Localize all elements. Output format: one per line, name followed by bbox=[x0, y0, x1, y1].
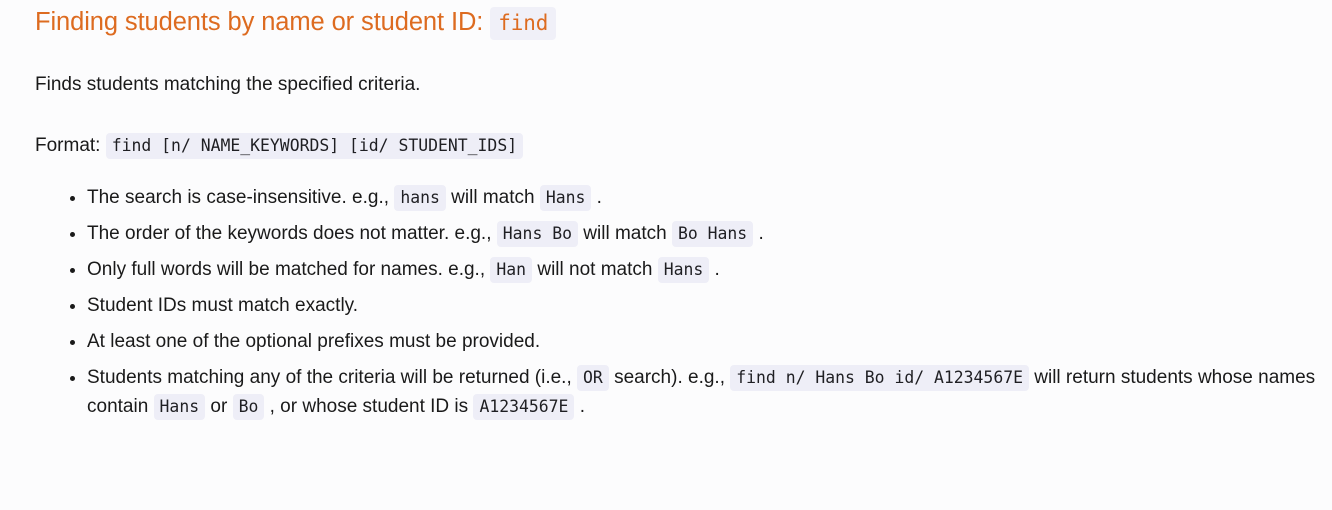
inline-code: Han bbox=[490, 257, 533, 284]
page-title: Finding students by name or student ID: … bbox=[35, 0, 1318, 40]
rule-text: . bbox=[753, 223, 764, 245]
rules-list: The search is case-insensitive. e.g., ha… bbox=[35, 160, 1318, 421]
inline-code: Bo bbox=[232, 393, 265, 420]
rule-text: will match bbox=[445, 187, 540, 209]
rule-text: At least one of the optional prefixes mu… bbox=[87, 330, 541, 352]
rule-text: Only full words will be matched for name… bbox=[87, 259, 491, 281]
rule-text: will not match bbox=[532, 259, 658, 281]
rule-item-prefix-required: At least one of the optional prefixes mu… bbox=[87, 328, 1318, 364]
rule-text: will match bbox=[578, 223, 672, 245]
rule-text: . bbox=[591, 187, 602, 209]
format-syntax-code: find [n/ NAME_KEYWORDS] [id/ STUDENT_IDS… bbox=[105, 132, 524, 159]
inline-code: Hans Bo bbox=[496, 221, 578, 248]
rule-text: The search is case-insensitive. e.g., bbox=[87, 187, 395, 209]
rule-item-or-search: Students matching any of the criteria wi… bbox=[87, 364, 1318, 422]
format-paragraph: Format: find [n/ NAME_KEYWORDS] [id/ STU… bbox=[35, 100, 1318, 161]
inline-code: find n/ Hans Bo id/ A1234567E bbox=[730, 364, 1029, 391]
inline-code: OR bbox=[577, 364, 609, 391]
inline-code: A1234567E bbox=[473, 393, 575, 420]
intro-paragraph: Finds students matching the specified cr… bbox=[35, 39, 1318, 100]
rule-text: . bbox=[709, 259, 720, 281]
rule-text: search). e.g., bbox=[608, 366, 731, 388]
rule-item-keyword-order: The order of the keywords does not matte… bbox=[87, 220, 1318, 256]
inline-code: hans bbox=[394, 185, 446, 212]
rule-text: , or whose student ID is bbox=[264, 395, 474, 417]
page-title-text: Finding students by name or student ID: bbox=[35, 8, 484, 36]
rule-text: Student IDs must match exactly. bbox=[87, 295, 359, 317]
page-title-command-code: find bbox=[490, 7, 557, 40]
rule-text: . bbox=[574, 395, 585, 417]
rule-text: The order of the keywords does not matte… bbox=[87, 223, 497, 245]
inline-code: Hans bbox=[657, 257, 710, 284]
inline-code: Hans bbox=[153, 393, 206, 420]
inline-code: Bo Hans bbox=[671, 221, 754, 248]
intro-text: Finds students matching the specified cr… bbox=[35, 74, 421, 96]
inline-code: Hans bbox=[539, 185, 592, 212]
format-label: Format: bbox=[35, 134, 101, 156]
rule-item-case-insensitive: The search is case-insensitive. e.g., ha… bbox=[87, 184, 1318, 220]
rule-text: Students matching any of the criteria wi… bbox=[87, 366, 578, 388]
documentation-page: Finding students by name or student ID: … bbox=[0, 0, 1332, 422]
rule-text: or bbox=[205, 395, 233, 417]
rule-item-full-words-only: Only full words will be matched for name… bbox=[87, 256, 1318, 292]
rule-item-exact-student-id: Student IDs must match exactly. bbox=[87, 292, 1318, 328]
